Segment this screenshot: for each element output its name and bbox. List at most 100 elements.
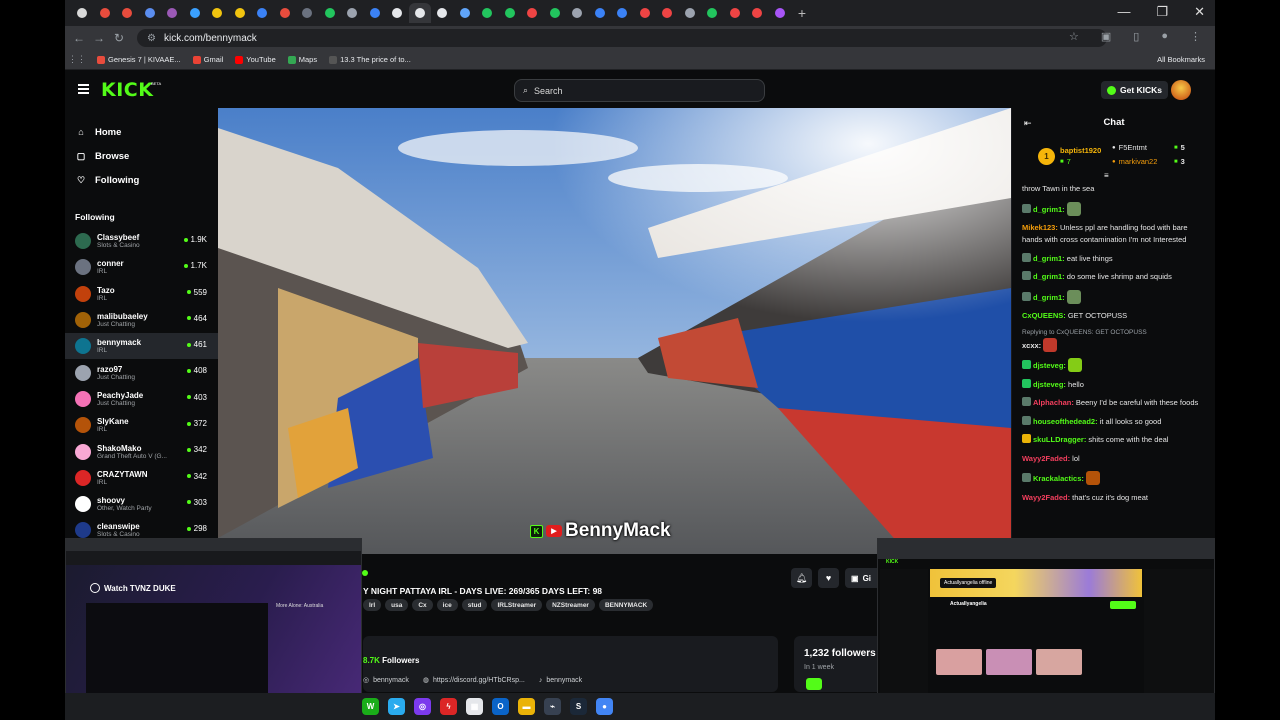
apps-grid-icon[interactable]: ⋮⋮ xyxy=(67,54,87,65)
leader-3[interactable]: ● markivan22 xyxy=(1112,157,1157,166)
chat-username[interactable]: d_grim1: xyxy=(1033,205,1065,214)
browser-tab[interactable] xyxy=(656,3,679,23)
hamburger-menu-icon[interactable] xyxy=(78,84,89,94)
social-link[interactable]: ◎ bennymack xyxy=(363,676,409,685)
taskbar-app-purple-icon[interactable]: ◎ xyxy=(414,698,431,715)
browser-tab[interactable] xyxy=(206,3,229,23)
browser-tab[interactable] xyxy=(454,3,477,23)
reload-icon[interactable]: ↻ xyxy=(109,31,129,45)
menu-icon[interactable]: ⋮ xyxy=(1190,30,1201,43)
chat-username[interactable]: Krackalactics: xyxy=(1033,474,1084,483)
chat-username[interactable]: Mikek123: xyxy=(1022,223,1058,232)
chat-username[interactable]: Wayy2Faded: xyxy=(1022,493,1070,502)
video-player[interactable]: K ▶ BennyMack xyxy=(218,108,1011,554)
sidebar-channel-tazo[interactable]: Tazo IRL 559 xyxy=(65,281,218,307)
browser-tab[interactable] xyxy=(701,3,724,23)
browser-tab[interactable] xyxy=(319,3,342,23)
browser-tab[interactable] xyxy=(139,3,162,23)
nav-home[interactable]: ⌂ Home xyxy=(65,120,218,144)
sidebar-channel-bennymack[interactable]: bennymack IRL 461 xyxy=(65,333,218,360)
browser-tab[interactable] xyxy=(544,3,567,23)
browser-tab[interactable] xyxy=(229,3,252,23)
video-thumb[interactable] xyxy=(936,649,982,675)
nav-browse[interactable]: ▢ Browse xyxy=(65,144,218,168)
browser-tab[interactable] xyxy=(431,3,454,23)
stream-tag[interactable]: IRLStreamer xyxy=(491,599,543,611)
all-bookmarks[interactable]: All Bookmarks xyxy=(1157,55,1205,64)
social-link[interactable]: ◍ https://discord.gg/HTbCRsp... xyxy=(423,676,525,685)
site-info-icon[interactable]: ⚙ xyxy=(147,33,156,44)
sidebar-channel-peachyjade[interactable]: PeachyJade Just Chatting 403 xyxy=(65,386,218,412)
browser-tab[interactable] xyxy=(724,3,747,23)
chat-username[interactable]: houseofthedead2: xyxy=(1033,417,1098,426)
chat-username[interactable]: d_grim1: xyxy=(1033,254,1065,263)
new-tab-icon[interactable]: + xyxy=(791,5,813,21)
sidebar-channel-shakomako[interactable]: ShakoMako Grand Theft Auto V (G... 342 xyxy=(65,438,218,464)
taskbar-folder-icon[interactable]: ▬ xyxy=(518,698,535,715)
bookmark-item[interactable]: 13.3 The price of to... xyxy=(329,55,411,64)
browser-tab[interactable] xyxy=(274,3,297,23)
nav-following[interactable]: ♡ Following xyxy=(65,168,218,192)
browser-tab[interactable] xyxy=(364,3,387,23)
browser-tab[interactable] xyxy=(184,3,207,23)
sidebar-channel-conner[interactable]: conner IRL 1.7K xyxy=(65,254,218,280)
stream-tag[interactable]: usa xyxy=(385,599,409,611)
taskbar-app-red-icon[interactable]: ϟ xyxy=(440,698,457,715)
profile-icon[interactable]: ● xyxy=(1161,30,1168,43)
browser-tab[interactable] xyxy=(476,3,499,23)
browser-tab[interactable] xyxy=(679,3,702,23)
get-kicks-button[interactable]: Get KICKs xyxy=(1101,81,1169,99)
browser-tab[interactable] xyxy=(769,3,792,23)
stream-tag[interactable]: ice xyxy=(436,599,458,611)
expand-pinned-icon[interactable]: ≡ xyxy=(1104,171,1109,180)
overlay-left-player[interactable] xyxy=(86,603,268,707)
search-input[interactable]: ⌕ Search xyxy=(514,79,765,102)
social-link[interactable]: ♪ bennymack xyxy=(539,676,582,684)
stream-tag[interactable]: stud xyxy=(461,599,488,611)
browser-tab[interactable] xyxy=(634,3,657,23)
browser-tab[interactable] xyxy=(296,3,319,23)
bookmark-item[interactable]: Genesis 7 | KIVAAE... xyxy=(97,55,181,64)
browser-tab[interactable] xyxy=(746,3,769,23)
leader-1[interactable]: baptist1920 xyxy=(1060,146,1101,155)
bookmark-star-icon[interactable]: ☆ xyxy=(1069,30,1079,43)
favorite-heart-icon[interactable]: ♥ xyxy=(818,568,839,588)
extensions-icon[interactable]: ▣ xyxy=(1101,30,1111,43)
sidebar-channel-classybeef[interactable]: Classybeef Slots & Casino 1.9K xyxy=(65,228,218,254)
back-icon[interactable]: ← xyxy=(69,31,89,45)
stream-tag[interactable]: NZStreamer xyxy=(546,599,595,611)
stream-tag[interactable]: BENNYMACK xyxy=(598,599,654,611)
sidebar-channel-crazytawn[interactable]: CRAZYTAWN IRL 342 xyxy=(65,465,218,491)
browser-tab[interactable] xyxy=(386,3,409,23)
browser-tab[interactable] xyxy=(251,3,274,23)
taskbar-app-grey-icon[interactable]: ⌁ xyxy=(544,698,561,715)
video-thumb[interactable] xyxy=(986,649,1032,675)
browser-tab[interactable] xyxy=(566,3,589,23)
sidepanel-icon[interactable]: ▯ xyxy=(1133,30,1139,43)
browser-tab[interactable] xyxy=(341,3,364,23)
maximize-icon[interactable]: ❐ xyxy=(1156,4,1168,20)
taskbar-telegram-icon[interactable]: ➤ xyxy=(388,698,405,715)
user-avatar[interactable] xyxy=(1171,80,1191,100)
chat-username[interactable]: skuLLDragger: xyxy=(1033,435,1086,444)
bookmark-item[interactable]: Maps xyxy=(287,55,317,64)
taskbar-wechat-icon[interactable]: W xyxy=(362,698,379,715)
browser-tab[interactable] xyxy=(499,3,522,23)
chat-username[interactable]: Alphachan: xyxy=(1033,398,1074,407)
forward-icon[interactable]: → xyxy=(89,31,109,45)
chat-username[interactable]: djsteveg: xyxy=(1033,361,1066,370)
browser-tab[interactable] xyxy=(116,3,139,23)
stream-tag[interactable]: Irl xyxy=(363,599,382,611)
taskbar-calendar-icon[interactable]: ▦ xyxy=(466,698,483,715)
minimize-icon[interactable]: — xyxy=(1117,4,1130,20)
overlay-right-follow-button[interactable] xyxy=(1110,601,1136,609)
notification-bell-icon[interactable]: 🔔︎ xyxy=(791,568,812,588)
browser-tab[interactable] xyxy=(94,3,117,23)
leader-2[interactable]: ● F5Entmt xyxy=(1112,143,1147,152)
browser-tab[interactable] xyxy=(521,3,544,23)
chat-username[interactable]: Wayy2Faded: xyxy=(1022,454,1070,463)
chat-username[interactable]: d_grim1: xyxy=(1033,293,1065,302)
browser-tab[interactable] xyxy=(161,3,184,23)
sidebar-channel-malibubaeley[interactable]: malibubaeley Just Chatting 464 xyxy=(65,307,218,333)
sidebar-channel-slykane[interactable]: SlyKane IRL 372 xyxy=(65,412,218,438)
